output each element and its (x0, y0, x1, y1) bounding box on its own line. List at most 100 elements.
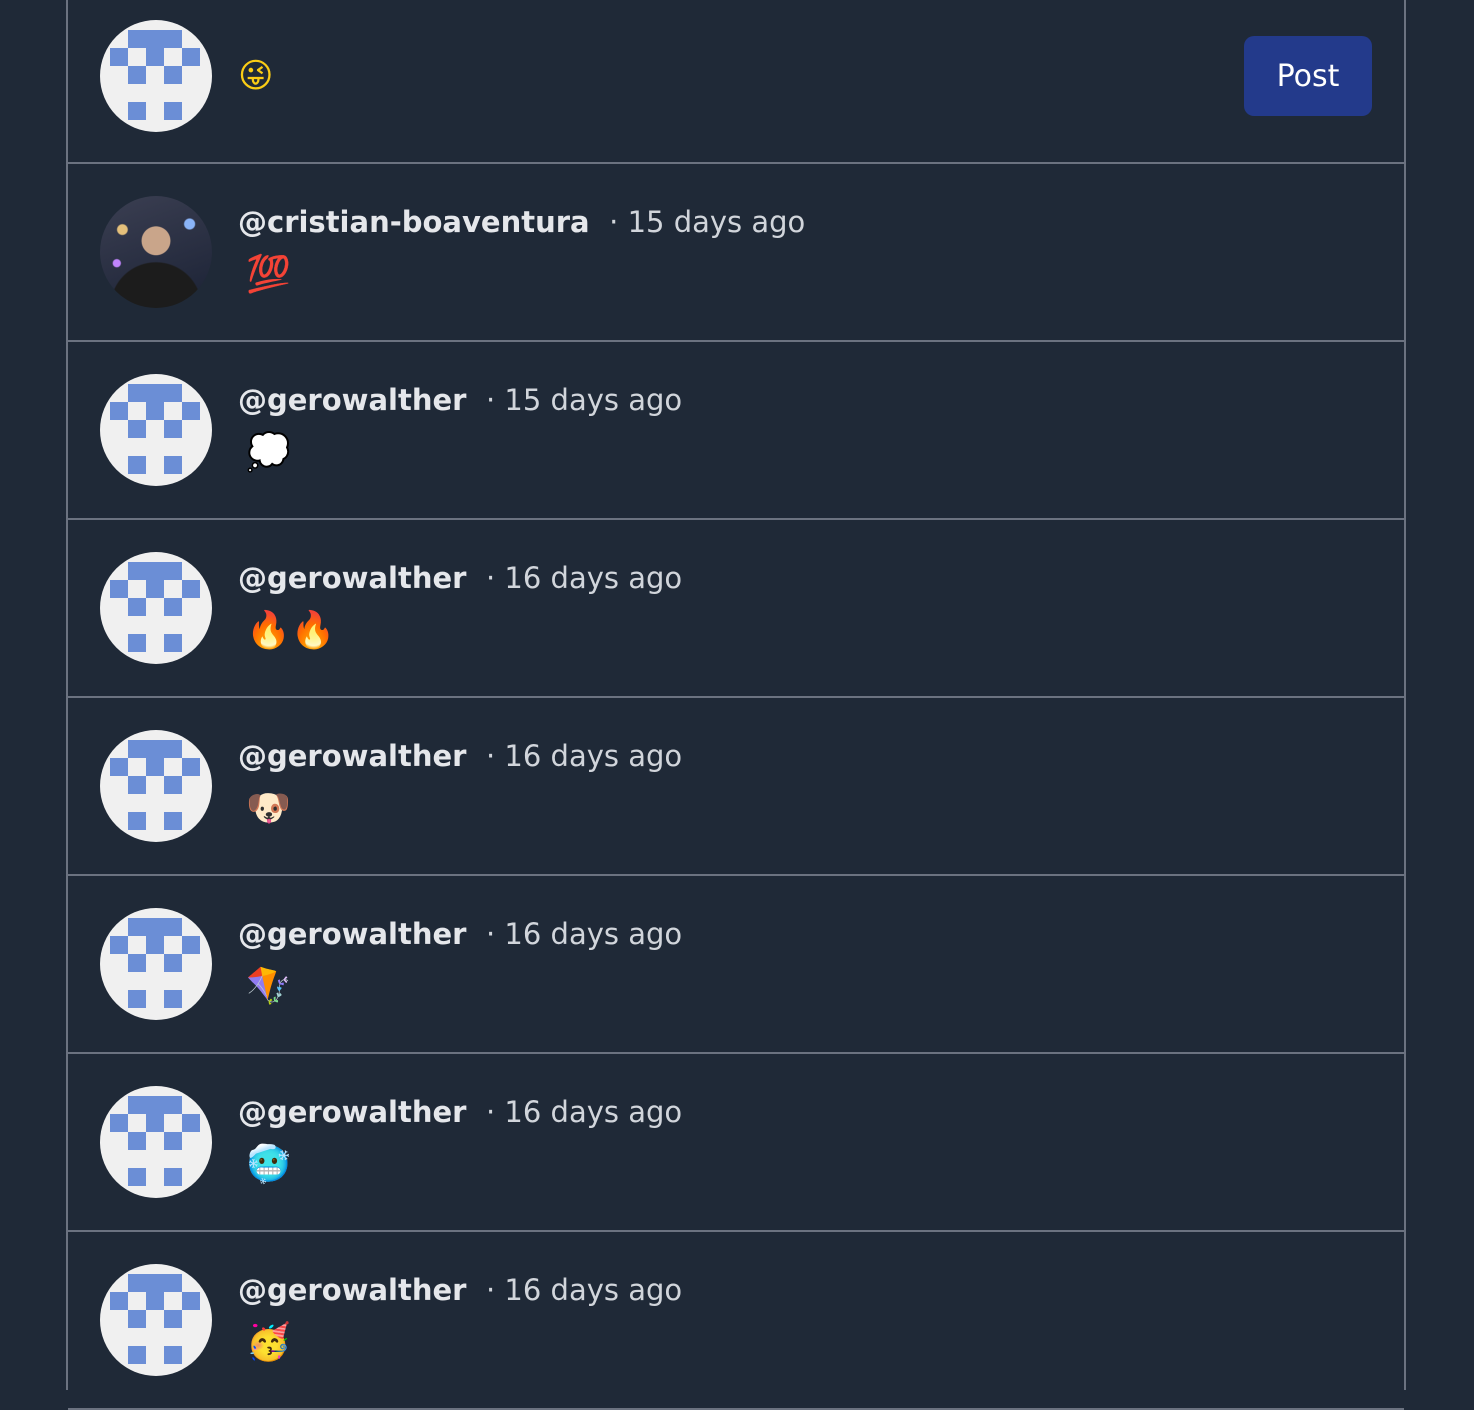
post-timestamp: · 16 days ago (485, 917, 683, 951)
identicon-pixel (128, 634, 146, 652)
post-meta: @gerowalther · 16 days ago (238, 734, 682, 779)
identicon-pixel (164, 598, 182, 616)
post-composer: 😜 Post (68, 0, 1404, 164)
identicon-pixel (128, 1274, 146, 1292)
identicon-pixel (146, 1292, 164, 1310)
username-link[interactable]: @cristian-boaventura (238, 205, 590, 239)
post-meta: @gerowalther · 16 days ago (238, 912, 682, 957)
user-avatar[interactable] (100, 374, 212, 486)
post-item: @gerowalther · 16 days ago 🔥🔥 (68, 520, 1404, 698)
identicon-pixel (164, 918, 182, 936)
feed: 😜 Post @cristian-boaventura · 15 days ag… (66, 0, 1406, 1410)
identicon-pixel (164, 562, 182, 580)
user-avatar (100, 20, 212, 132)
post-meta: @gerowalther · 16 days ago (238, 556, 682, 601)
post-content: 💭 (246, 432, 291, 473)
identicon-pixel (164, 1310, 182, 1328)
identicon-pixel (128, 384, 146, 402)
identicon-pixel (128, 30, 146, 48)
identicon-pixel (164, 812, 182, 830)
post-item: @gerowalther · 16 days ago 🥳 (68, 1232, 1404, 1410)
identicon-pixel (128, 598, 146, 616)
post-timestamp: · 16 days ago (485, 739, 683, 773)
post-timestamp: · 15 days ago (485, 383, 683, 417)
identicon-pixel (128, 812, 146, 830)
identicon-pixel (128, 1096, 146, 1114)
identicon-pixel (128, 420, 146, 438)
user-avatar[interactable] (100, 730, 212, 842)
identicon-pixel (182, 580, 200, 598)
identicon-pixel (164, 420, 182, 438)
identicon-pixel (164, 740, 182, 758)
username-link[interactable]: @gerowalther (238, 739, 466, 773)
user-avatar[interactable] (100, 1086, 212, 1198)
username-link[interactable]: @gerowalther (238, 1273, 466, 1307)
username-link[interactable]: @gerowalther (238, 1095, 466, 1129)
identicon-pixel (146, 384, 164, 402)
identicon-pixel (128, 990, 146, 1008)
identicon-pixel (182, 1114, 200, 1132)
identicon-pixel (164, 66, 182, 84)
post-item: @cristian-boaventura · 15 days ago 💯 (68, 164, 1404, 342)
identicon-pixel (110, 402, 128, 420)
user-avatar[interactable] (100, 196, 212, 308)
identicon-pixel (146, 30, 164, 48)
identicon-pixel (128, 1346, 146, 1364)
identicon-pixel (146, 740, 164, 758)
identicon-pixel (128, 954, 146, 972)
identicon-pixel (164, 1168, 182, 1186)
identicon-pixel (164, 102, 182, 120)
identicon-pixel (110, 758, 128, 776)
identicon-pixel (128, 740, 146, 758)
identicon-pixel (146, 1096, 164, 1114)
user-avatar[interactable] (100, 552, 212, 664)
post-meta: @gerowalther · 15 days ago (238, 378, 682, 423)
identicon-pixel (164, 1132, 182, 1150)
identicon-pixel (110, 48, 128, 66)
username-link[interactable]: @gerowalther (238, 561, 466, 595)
identicon-pixel (146, 562, 164, 580)
composer-input[interactable]: 😜 (238, 52, 273, 100)
user-avatar[interactable] (100, 1264, 212, 1376)
identicon-pixel (146, 758, 164, 776)
identicon-pixel (182, 402, 200, 420)
post-timestamp: · 15 days ago (609, 205, 806, 239)
identicon-pixel (146, 580, 164, 598)
post-timestamp: · 16 days ago (485, 561, 683, 595)
post-meta: @gerowalther · 16 days ago (238, 1090, 682, 1135)
username-link[interactable]: @gerowalther (238, 383, 466, 417)
identicon-pixel (128, 776, 146, 794)
identicon-pixel (146, 936, 164, 954)
identicon-pixel (128, 1168, 146, 1186)
identicon-pixel (128, 66, 146, 84)
identicon-pixel (110, 936, 128, 954)
identicon-pixel (164, 456, 182, 474)
identicon-pixel (128, 562, 146, 580)
username-link[interactable]: @gerowalther (238, 917, 466, 951)
identicon-pixel (146, 1274, 164, 1292)
post-item: @gerowalther · 16 days ago 🐶 (68, 698, 1404, 876)
post-button[interactable]: Post (1244, 36, 1372, 116)
identicon-pixel (164, 384, 182, 402)
post-content: 🥶 (246, 1144, 291, 1185)
identicon-pixel (182, 48, 200, 66)
identicon-pixel (182, 758, 200, 776)
identicon-pixel (164, 1346, 182, 1364)
user-avatar[interactable] (100, 908, 212, 1020)
identicon-pixel (164, 1274, 182, 1292)
post-meta: @gerowalther · 16 days ago (238, 1268, 682, 1313)
identicon-pixel (146, 48, 164, 66)
identicon-pixel (128, 918, 146, 936)
post-timestamp: · 16 days ago (485, 1273, 683, 1307)
identicon-pixel (164, 30, 182, 48)
identicon-pixel (164, 776, 182, 794)
post-item: @gerowalther · 15 days ago 💭 (68, 342, 1404, 520)
post-timestamp: · 16 days ago (485, 1095, 683, 1129)
identicon-pixel (164, 990, 182, 1008)
post-content: 🥳 (246, 1322, 291, 1363)
identicon-pixel (110, 1114, 128, 1132)
identicon-pixel (110, 580, 128, 598)
identicon-pixel (164, 954, 182, 972)
identicon-pixel (128, 456, 146, 474)
identicon-pixel (146, 918, 164, 936)
